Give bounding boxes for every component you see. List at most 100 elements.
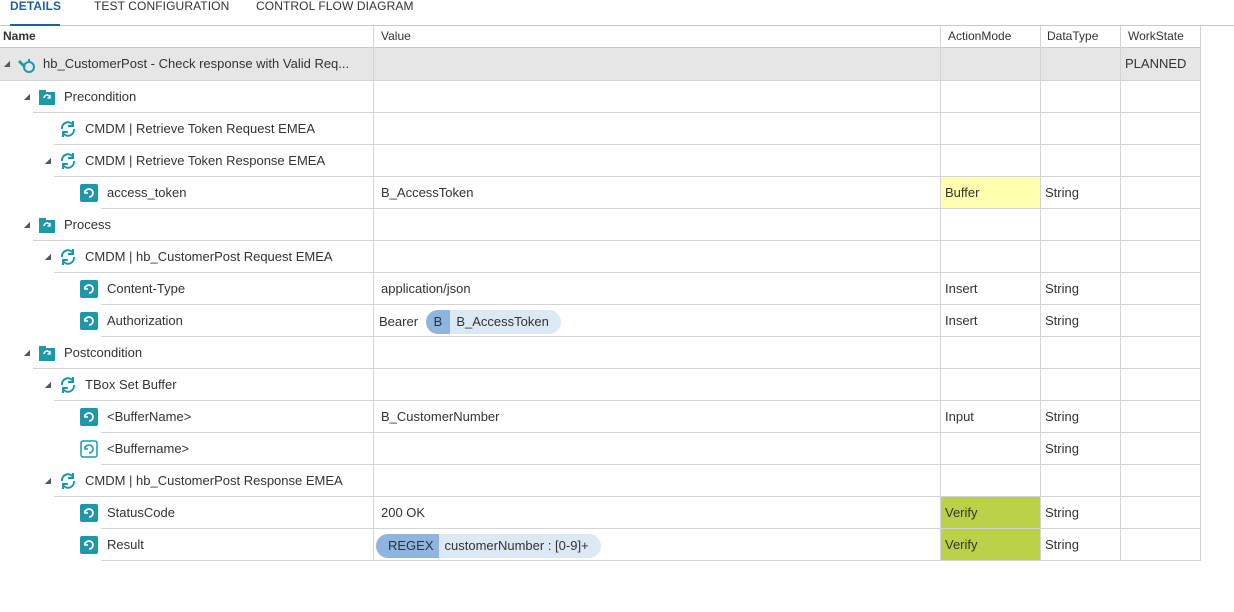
datatype-cell[interactable] xyxy=(1041,209,1121,241)
collapse-arrow-icon[interactable]: ◢ xyxy=(22,209,32,240)
table-row[interactable]: ◢ Process xyxy=(0,209,1201,241)
value-cell[interactable] xyxy=(374,209,941,241)
table-row[interactable]: Authorization Bearer B B_AccessToken Inse… xyxy=(0,305,1201,337)
table-row[interactable]: Content-Type application/json Insert Str… xyxy=(0,273,1201,305)
actionmode-cell[interactable] xyxy=(941,209,1041,241)
workstate-cell xyxy=(1121,529,1201,561)
row-name: CMDM | hb_CustomerPost Response EMEA xyxy=(85,473,343,488)
tab-control-flow-diagram[interactable]: CONTROL FLOW DIAGRAM xyxy=(256,0,414,25)
tree-grid: ◢ hb_CustomerPost - Check response with … xyxy=(0,48,1201,561)
actionmode-cell[interactable]: Insert xyxy=(941,305,1041,337)
column-header-actionmode[interactable]: ActionMode xyxy=(941,26,1041,48)
actionmode-cell[interactable] xyxy=(941,433,1041,465)
actionmode-cell[interactable] xyxy=(941,48,1041,81)
datatype-cell[interactable] xyxy=(1041,241,1121,273)
column-header-value[interactable]: Value xyxy=(374,26,941,48)
folder-icon xyxy=(38,344,56,362)
actionmode-cell[interactable]: Verify xyxy=(941,497,1041,529)
buffer-token-chip[interactable]: B B_AccessToken xyxy=(425,309,561,334)
actionmode-cell[interactable]: Input xyxy=(941,401,1041,433)
value-cell[interactable] xyxy=(374,433,941,465)
column-header-datatype[interactable]: DataType xyxy=(1041,26,1121,48)
datatype-cell[interactable]: String xyxy=(1041,305,1121,337)
datatype-cell[interactable] xyxy=(1041,369,1121,401)
table-row[interactable]: ◢ Precondition xyxy=(0,81,1201,113)
datatype-cell[interactable] xyxy=(1041,81,1121,113)
column-header-spacer xyxy=(1201,26,1234,48)
datatype-cell[interactable] xyxy=(1041,48,1121,81)
datatype-cell[interactable] xyxy=(1041,337,1121,369)
collapse-arrow-icon[interactable]: ◢ xyxy=(43,369,53,400)
table-row[interactable]: access_token B_AccessToken Buffer String xyxy=(0,177,1201,209)
testcase-wrench-icon xyxy=(17,55,35,73)
collapse-arrow-icon[interactable]: ◢ xyxy=(2,48,12,79)
row-name: <Buffername> xyxy=(107,441,190,456)
row-name: Postcondition xyxy=(64,345,143,360)
actionmode-cell[interactable] xyxy=(941,113,1041,145)
table-row[interactable]: Result REGEX customerNumber : [0-9]+ Veri… xyxy=(0,529,1201,561)
value-cell[interactable]: Bearer B B_AccessToken xyxy=(374,305,941,337)
actionmode-cell[interactable] xyxy=(941,241,1041,273)
value-cell[interactable] xyxy=(374,48,941,81)
actionmode-cell[interactable]: Insert xyxy=(941,273,1041,305)
table-row[interactable]: CMDM | Retrieve Token Request EMEA xyxy=(0,113,1201,145)
datatype-cell[interactable]: String xyxy=(1041,401,1121,433)
row-name: Precondition xyxy=(64,89,137,104)
table-row[interactable]: <Buffername> String xyxy=(0,433,1201,465)
datatype-cell[interactable] xyxy=(1041,113,1121,145)
datatype-cell[interactable]: String xyxy=(1041,497,1121,529)
table-row[interactable]: ◢ CMDM | Retrieve Token Response EMEA xyxy=(0,145,1201,177)
datatype-cell[interactable] xyxy=(1041,145,1121,177)
collapse-arrow-icon[interactable]: ◢ xyxy=(22,337,32,368)
actionmode-cell[interactable]: Verify xyxy=(941,529,1041,561)
table-row[interactable]: ◢ CMDM | hb_CustomerPost Request EMEA xyxy=(0,241,1201,273)
table-row[interactable]: ◢ TBox Set Buffer xyxy=(0,369,1201,401)
column-header-workstate[interactable]: WorkState xyxy=(1121,26,1201,48)
table-row[interactable]: <BufferName> B_CustomerNumber Input Stri… xyxy=(0,401,1201,433)
collapse-arrow-icon[interactable]: ◢ xyxy=(43,241,53,272)
workstate-cell xyxy=(1121,209,1201,241)
value-cell[interactable]: REGEX customerNumber : [0-9]+ xyxy=(374,529,941,561)
value-cell[interactable] xyxy=(374,337,941,369)
value-cell[interactable] xyxy=(374,369,941,401)
actionmode-cell[interactable] xyxy=(941,145,1041,177)
tab-test-configuration[interactable]: TEST CONFIGURATION xyxy=(94,0,229,25)
value-cell[interactable] xyxy=(374,145,941,177)
datatype-cell[interactable]: String xyxy=(1041,433,1121,465)
tab-details[interactable]: DETAILS xyxy=(10,0,61,26)
value-cell[interactable]: B_AccessToken xyxy=(374,177,941,209)
value-cell[interactable]: B_CustomerNumber xyxy=(374,401,941,433)
table-row[interactable]: ◢ Postcondition xyxy=(0,337,1201,369)
row-name: Result xyxy=(107,537,144,552)
value-cell[interactable] xyxy=(374,465,941,497)
table-row[interactable]: StatusCode 200 OK Verify String xyxy=(0,497,1201,529)
regex-chip[interactable]: REGEX customerNumber : [0-9]+ xyxy=(376,533,601,558)
actionmode-cell[interactable]: Buffer xyxy=(941,177,1041,209)
attribute-icon xyxy=(80,184,98,202)
actionmode-cell[interactable] xyxy=(941,465,1041,497)
datatype-cell[interactable]: String xyxy=(1041,529,1121,561)
collapse-arrow-icon[interactable]: ◢ xyxy=(43,465,53,496)
table-row[interactable]: ◢ CMDM | hb_CustomerPost Response EMEA xyxy=(0,465,1201,497)
datatype-cell[interactable]: String xyxy=(1041,273,1121,305)
workstate-cell xyxy=(1121,305,1201,337)
value-cell[interactable] xyxy=(374,241,941,273)
attribute-outline-icon xyxy=(80,440,98,458)
value-cell[interactable] xyxy=(374,81,941,113)
value-cell[interactable] xyxy=(374,113,941,145)
value-cell[interactable]: application/json xyxy=(374,273,941,305)
collapse-arrow-icon[interactable]: ◢ xyxy=(22,81,32,112)
table-row[interactable]: ◢ hb_CustomerPost - Check response with … xyxy=(0,48,1201,81)
value-cell[interactable]: 200 OK xyxy=(374,497,941,529)
actionmode-cell[interactable] xyxy=(941,81,1041,113)
column-header-name[interactable]: Name xyxy=(0,26,374,48)
tab-bar: DETAILS TEST CONFIGURATION CONTROL FLOW … xyxy=(0,0,1234,26)
datatype-cell[interactable] xyxy=(1041,465,1121,497)
workstate-cell xyxy=(1121,145,1201,177)
datatype-cell[interactable]: String xyxy=(1041,177,1121,209)
collapse-arrow-icon[interactable]: ◢ xyxy=(43,145,53,176)
actionmode-cell[interactable] xyxy=(941,337,1041,369)
row-name: Authorization xyxy=(107,313,183,328)
module-refresh-icon xyxy=(59,472,77,490)
actionmode-cell[interactable] xyxy=(941,369,1041,401)
